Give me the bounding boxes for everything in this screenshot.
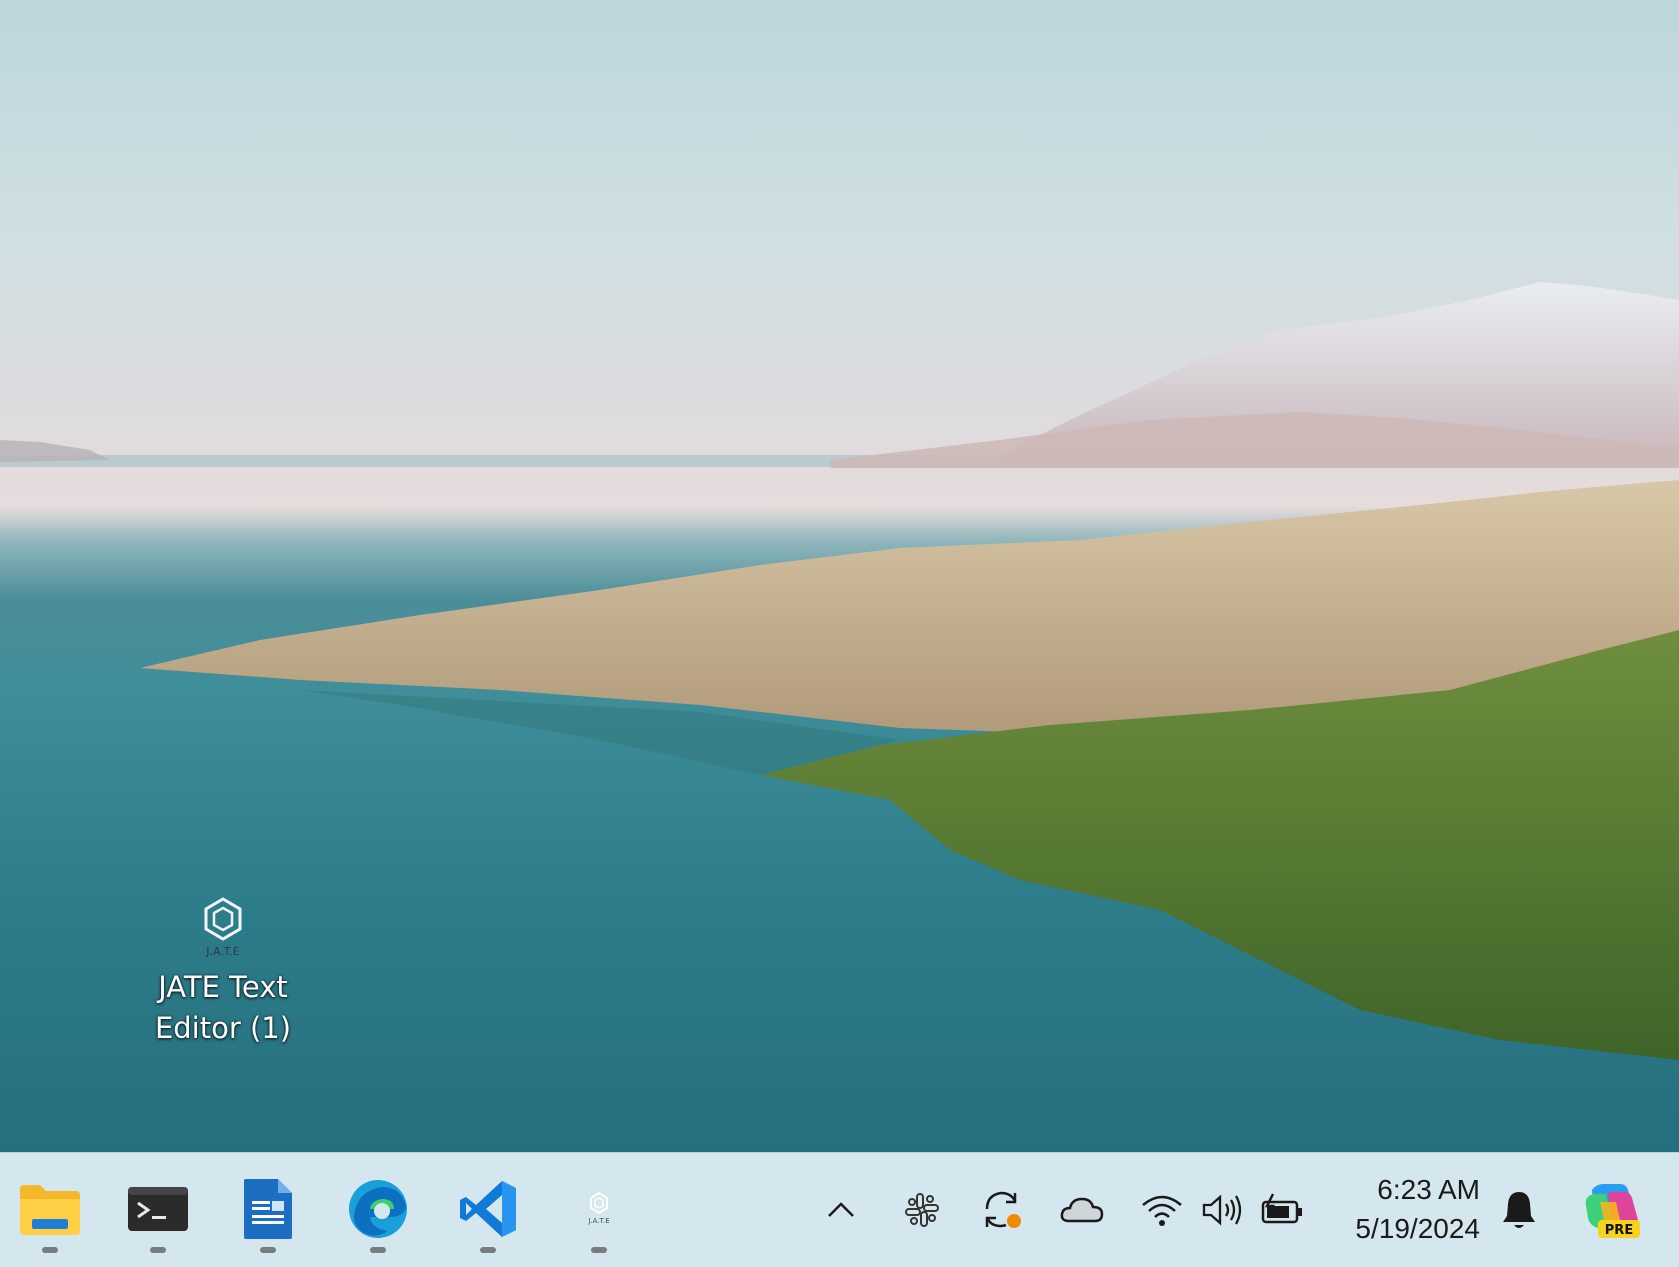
tray-sync[interactable] (974, 1153, 1030, 1267)
clock[interactable]: 6:23 AM 5/19/2024 (1320, 1171, 1480, 1249)
desktop-icon-label: JATE Text Editor (1) (154, 970, 292, 1045)
sync-icon (985, 1191, 1023, 1230)
cloud-icon (1060, 1197, 1104, 1223)
taskbar-app-edge[interactable] (332, 1159, 424, 1259)
terminal-icon (128, 1187, 188, 1231)
notifications-button[interactable] (1494, 1153, 1544, 1267)
copilot-button[interactable]: PRE (1574, 1153, 1648, 1267)
jate-logo-text: J.A.T.E (205, 945, 239, 958)
show-hidden-icons-button[interactable] (818, 1153, 864, 1267)
vscode-icon (460, 1181, 516, 1237)
folder-icon (20, 1185, 80, 1235)
tray-onedrive[interactable] (1054, 1153, 1110, 1267)
running-indicator (480, 1247, 496, 1253)
copilot-badge: PRE (1605, 1223, 1633, 1238)
running-indicator (260, 1247, 276, 1253)
slack-icon (905, 1193, 939, 1227)
tray-slack[interactable] (896, 1153, 948, 1267)
running-indicator (150, 1247, 166, 1253)
volume-icon (1202, 1194, 1242, 1226)
chevron-up-icon (828, 1202, 854, 1217)
jate-icon: J.A.T.E (587, 1191, 610, 1225)
taskbar-app-writer[interactable] (222, 1159, 314, 1259)
tray-battery[interactable] (1256, 1153, 1308, 1267)
taskbar: J.A.T.E 6:23 AM 5/19/2024 PRE (0, 1152, 1679, 1267)
jate-logo-icon: J.A.T.E (204, 897, 242, 958)
bell-icon (1503, 1192, 1535, 1228)
taskbar-app-file-explorer[interactable] (4, 1159, 96, 1259)
edge-icon (349, 1180, 407, 1238)
taskbar-app-terminal[interactable] (112, 1159, 204, 1259)
wifi-icon (1142, 1195, 1182, 1226)
running-indicator (591, 1247, 607, 1253)
running-indicator (42, 1247, 58, 1253)
tray-network[interactable] (1134, 1153, 1190, 1267)
copilot-icon: PRE (1585, 1184, 1640, 1238)
jate-taskbar-logo-text: J.A.T.E (587, 1217, 609, 1225)
taskbar-app-vscode[interactable] (442, 1159, 534, 1259)
tray-volume[interactable] (1196, 1153, 1248, 1267)
desktop-icon-jate[interactable]: J.A.T.E JATE Text Editor (1) (150, 895, 296, 1049)
desktop-wallpaper: J.A.T.E JATE Text Editor (1) (0, 0, 1679, 1152)
running-indicator (370, 1247, 386, 1253)
taskbar-app-jate[interactable]: J.A.T.E (553, 1159, 645, 1259)
battery-icon (1261, 1193, 1302, 1224)
clock-date: 5/19/2024 (1355, 1213, 1480, 1244)
clock-time: 6:23 AM (1377, 1174, 1480, 1205)
document-icon (244, 1179, 292, 1239)
